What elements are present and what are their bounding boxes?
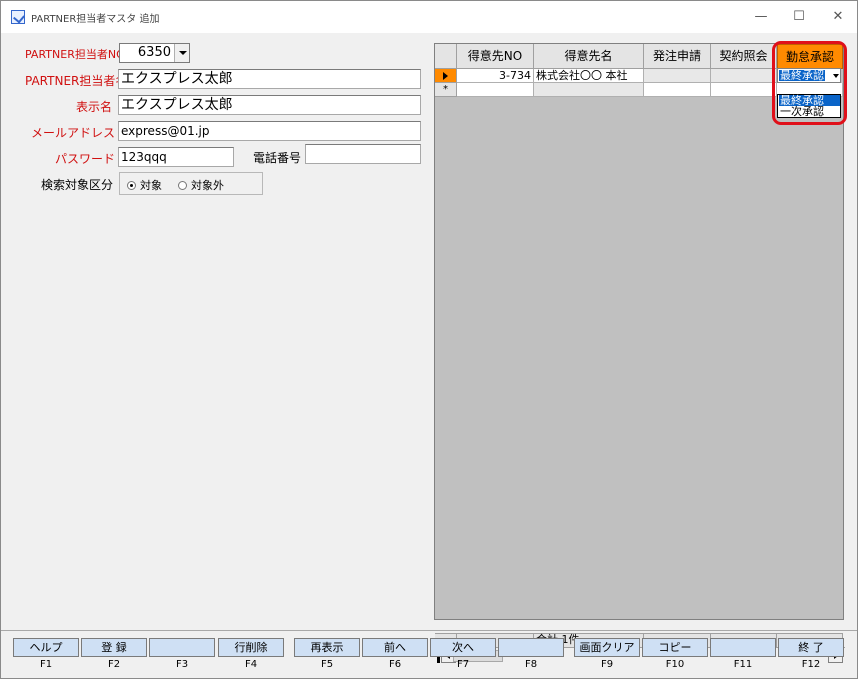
f6-previous-button[interactable]: 前へ — [362, 638, 428, 657]
title-bar: PARTNER担当者マスタ 追加 — ☐ ✕ — [1, 1, 857, 33]
new-cell-customer-name[interactable] — [534, 83, 644, 97]
radio-off-icon — [178, 181, 187, 190]
new-cell-contract-inquiry[interactable] — [711, 83, 777, 97]
cell-order-request[interactable] — [644, 69, 711, 83]
f2-register-button[interactable]: 登 録 — [81, 638, 147, 657]
f8-key-label: F8 — [524, 659, 538, 670]
f12-exit-button[interactable]: 終 了 — [778, 638, 844, 657]
highlight-annotation — [772, 41, 847, 125]
grid-corner — [435, 44, 457, 69]
row-selector-new[interactable]: * — [435, 83, 457, 97]
password-field[interactable]: 123qqq — [118, 147, 234, 167]
radio-on-icon — [127, 181, 136, 190]
f9-key-label: F9 — [600, 659, 614, 670]
cell-customer-name[interactable]: 株式会社〇〇 本社 — [534, 69, 644, 83]
f10-key-label: F10 — [665, 659, 685, 670]
header-customer-name[interactable]: 得意先名 — [534, 44, 644, 69]
f8-button[interactable] — [498, 638, 564, 657]
f7-next-button[interactable]: 次へ — [430, 638, 496, 657]
phone-field[interactable] — [305, 144, 421, 164]
radio-non-target[interactable]: 対象外 — [178, 177, 224, 193]
f10-copy-button[interactable]: コピー — [642, 638, 708, 657]
cell-contract-inquiry[interactable] — [711, 69, 777, 83]
email-label: メールアドレス — [31, 126, 116, 140]
f3-button[interactable] — [149, 638, 215, 657]
footer-divider — [1, 630, 857, 631]
partner-name-field[interactable]: エクスプレス太郎 — [118, 69, 421, 89]
f9-clear-screen-button[interactable]: 画面クリア — [574, 638, 640, 657]
header-customer-no[interactable]: 得意先NO — [457, 44, 534, 69]
f7-key-label: F7 — [456, 659, 470, 670]
header-contract-inquiry[interactable]: 契約照会 — [711, 44, 777, 69]
password-label: パスワード — [55, 152, 116, 166]
f1-key-label: F1 — [39, 659, 53, 670]
window-title: PARTNER担当者マスタ 追加 — [31, 14, 160, 25]
f5-key-label: F5 — [320, 659, 334, 670]
partner-no-value: 6350 — [137, 45, 171, 60]
partner-name-label: PARTNER担当者名 — [25, 74, 128, 88]
new-cell-order-request[interactable] — [644, 83, 711, 97]
f5-redisplay-button[interactable]: 再表示 — [294, 638, 360, 657]
f4-key-label: F4 — [244, 659, 258, 670]
phone-label: 電話番号 — [253, 151, 302, 165]
display-name-field[interactable]: エクスプレス太郎 — [118, 95, 421, 115]
email-field[interactable]: express@01.jp — [118, 121, 421, 141]
f6-key-label: F6 — [388, 659, 402, 670]
radio-target[interactable]: 対象 — [127, 177, 162, 193]
f11-key-label: F11 — [733, 659, 753, 670]
search-target-label: 検索対象区分 — [41, 178, 114, 192]
f11-button[interactable] — [710, 638, 776, 657]
f3-key-label: F3 — [175, 659, 189, 670]
close-button[interactable]: ✕ — [823, 7, 853, 27]
header-order-request[interactable]: 発注申請 — [644, 44, 711, 69]
maximize-button[interactable]: ☐ — [784, 7, 814, 27]
display-name-label: 表示名 — [76, 100, 113, 114]
partner-no-label: PARTNER担当者NO — [25, 48, 125, 61]
f12-key-label: F12 — [801, 659, 821, 670]
cell-customer-no[interactable]: 3-734 — [457, 69, 534, 83]
f2-key-label: F2 — [107, 659, 121, 670]
chevron-down-icon[interactable] — [174, 44, 189, 62]
main-window: PARTNER担当者マスタ 追加 — ☐ ✕ PARTNER担当者NO 6350… — [0, 0, 858, 679]
app-icon — [11, 10, 25, 24]
radio-non-target-label: 対象外 — [191, 179, 224, 192]
new-cell-customer-no[interactable] — [457, 83, 534, 97]
f4-delete-row-button[interactable]: 行削除 — [218, 638, 284, 657]
radio-target-label: 対象 — [140, 179, 162, 192]
minimize-button[interactable]: — — [746, 7, 776, 27]
partner-no-combo[interactable]: 6350 — [119, 43, 190, 63]
search-target-radio-group: 対象 対象外 — [119, 172, 263, 195]
customer-grid: 得意先NO 得意先名 発注申請 契約照会 勤怠承認 3-734 株式会社〇〇 本… — [434, 43, 845, 663]
f1-help-button[interactable]: ヘルプ — [13, 638, 79, 657]
row-selector-current[interactable] — [435, 69, 457, 83]
